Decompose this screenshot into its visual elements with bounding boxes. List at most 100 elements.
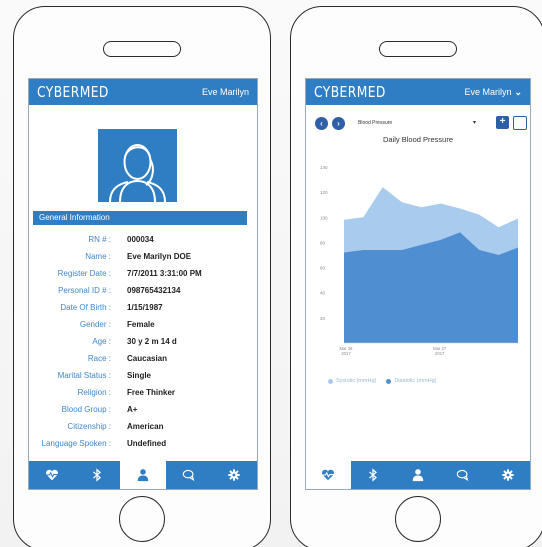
app-logo: CYBERMED <box>314 83 386 101</box>
female-avatar-icon <box>109 144 166 203</box>
user-name[interactable]: Eve Marilyn <box>202 87 249 97</box>
info-row: Personal ID # : 098765432134 <box>33 282 247 299</box>
info-label: Language Spoken : <box>41 439 111 448</box>
left-phone-frame: CYBERMED Eve Marilyn General Information… <box>13 6 271 547</box>
info-label: Name : <box>85 252 111 261</box>
caret-down-icon: ▾ <box>472 120 476 126</box>
info-label: Citizenship : <box>67 422 111 431</box>
add-button[interactable]: + <box>496 116 509 129</box>
info-label: Gender : <box>79 320 111 329</box>
chat-icon <box>182 469 194 482</box>
info-row: Language Spoken : Undefined <box>33 435 247 452</box>
info-value: Single <box>127 371 152 380</box>
patient-info-list: RN # : 000034 Name : Eve Marilyn DOE Regis… <box>33 231 247 452</box>
prev-button[interactable]: ‹ <box>315 117 328 130</box>
y-tick-label: 140 <box>320 165 328 170</box>
y-tick-label: 100 <box>320 215 328 220</box>
y-tick-label: 80 <box>320 240 326 245</box>
info-value: 000034 <box>127 235 154 244</box>
speaker-grille <box>103 41 181 57</box>
info-value: Female <box>127 320 155 329</box>
right-phone-frame: CYBERMED Eve Marilyn ⌄ ‹ › Blood Pressure… <box>290 6 542 547</box>
bottom-tab-bar <box>29 461 257 489</box>
calendar-icon[interactable] <box>513 116 527 130</box>
info-label: Register Date : <box>57 269 111 278</box>
chart-toolbar: ‹ › Blood Pressure ▾ + <box>306 109 530 131</box>
info-value: Undefined <box>127 439 167 448</box>
info-row: RN # : 000034 <box>33 231 247 248</box>
info-row: Date Of Birth : 1/15/1987 <box>33 299 247 316</box>
heartbeat-icon <box>45 469 58 481</box>
info-value: American <box>127 422 164 431</box>
app-logo: CYBERMED <box>37 83 109 101</box>
tab-settings[interactable] <box>211 461 257 489</box>
info-label: Blood Group : <box>61 405 111 414</box>
home-button[interactable] <box>394 496 441 542</box>
y-tick-label: 120 <box>320 190 328 195</box>
chat-icon <box>456 469 469 482</box>
speaker-grille <box>378 41 457 57</box>
measurement-select[interactable]: Blood Pressure ▾ <box>358 120 476 129</box>
info-row: Register Date : 7/7/2011 3:31:00 PM <box>33 265 247 282</box>
info-row: Race : Caucasian <box>33 350 247 367</box>
left-screen: CYBERMED Eve Marilyn General Information… <box>28 78 258 490</box>
avatar <box>98 129 177 203</box>
legend-item-diastolic[interactable]: Diastolic (mmHg) <box>386 378 437 384</box>
canvas: CYBERMED Eve Marilyn General Information… <box>0 0 542 547</box>
blood-pressure-chart: 14012010080604020Mar 262017Mar 272017 <box>320 165 518 356</box>
tab-heartbeat[interactable] <box>306 461 351 489</box>
tab-bluetooth[interactable] <box>75 461 121 489</box>
info-label: RN # : <box>88 235 111 244</box>
info-row: Citizenship : American <box>33 418 247 435</box>
chart-legend: Systolic (mmHg) Diastolic (mmHg) <box>328 378 437 384</box>
bluetooth-icon <box>93 468 102 482</box>
user-menu[interactable]: Eve Marilyn ⌄ <box>464 87 522 98</box>
x-tick-label: 2017 <box>341 351 351 356</box>
tab-chat[interactable] <box>440 461 485 489</box>
x-tick-label: 2017 <box>435 351 445 356</box>
info-value: 1/15/1987 <box>127 303 163 312</box>
next-button[interactable]: › <box>332 117 345 130</box>
app-header: CYBERMED Eve Marilyn <box>29 79 257 105</box>
tab-settings[interactable] <box>485 461 530 489</box>
tab-profile[interactable] <box>396 461 441 489</box>
info-label: Religion : <box>77 388 111 397</box>
info-row: Age : 30 y 2 m 14 d <box>33 333 247 350</box>
info-label: Age : <box>92 337 111 346</box>
info-value: 7/7/2011 3:31:00 PM <box>127 269 202 278</box>
info-row: Gender : Female <box>33 316 247 333</box>
info-value: Free Thinker <box>127 388 176 397</box>
gear-icon <box>501 469 514 481</box>
info-label: Personal ID # : <box>58 286 111 295</box>
tab-chat[interactable] <box>166 461 212 489</box>
tab-heartbeat[interactable] <box>29 461 75 489</box>
gear-icon <box>228 469 240 481</box>
heartbeat-icon <box>322 469 335 481</box>
user-icon <box>137 469 149 482</box>
chevron-down-icon: ⌄ <box>514 86 522 97</box>
info-value: A+ <box>127 405 138 414</box>
info-value: 098765432134 <box>127 286 181 295</box>
tab-profile[interactable] <box>120 461 166 489</box>
user-icon <box>412 469 424 482</box>
info-value: 30 y 2 m 14 d <box>127 337 177 346</box>
info-label: Race : <box>87 354 111 363</box>
info-row: Religion : Free Thinker <box>33 384 247 401</box>
bottom-tab-bar <box>306 461 530 489</box>
y-tick-label: 20 <box>320 316 326 321</box>
info-row: Marital Status : Single <box>33 367 247 384</box>
app-header: CYBERMED Eve Marilyn ⌄ <box>306 79 530 105</box>
info-row: Blood Group : A+ <box>33 401 247 418</box>
right-screen: CYBERMED Eve Marilyn ⌄ ‹ › Blood Pressure… <box>305 78 531 490</box>
y-tick-label: 60 <box>320 266 326 271</box>
info-row: Name : Eve Marilyn DOE <box>33 248 247 265</box>
general-information-header: General Information <box>33 211 247 225</box>
home-button[interactable] <box>119 496 165 542</box>
tab-bluetooth[interactable] <box>351 461 396 489</box>
info-value: Eve Marilyn DOE <box>127 252 192 261</box>
legend-item-systolic[interactable]: Systolic (mmHg) <box>328 378 376 384</box>
y-tick-label: 40 <box>320 291 326 296</box>
chart-title: Daily Blood Pressure <box>382 135 454 144</box>
bluetooth-icon <box>369 468 378 482</box>
info-label: Marital Status : <box>57 371 111 380</box>
